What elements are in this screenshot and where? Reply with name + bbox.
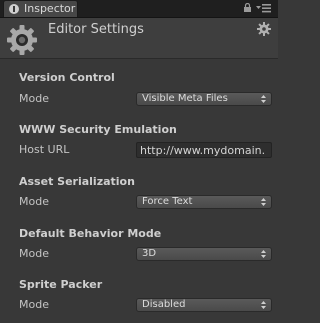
host-url-label: Host URL bbox=[19, 143, 70, 156]
dropdown-value: Disabled bbox=[142, 299, 186, 310]
dropdown-arrows-icon bbox=[261, 198, 266, 206]
dropdown-arrows-icon bbox=[261, 301, 266, 309]
section-title-version-control: Version Control bbox=[19, 71, 115, 84]
settings-cog-icon[interactable] bbox=[257, 22, 271, 36]
section-title-www-security-emulation: WWW Security Emulation bbox=[19, 123, 177, 136]
header-divider bbox=[0, 58, 278, 59]
dropdown-value: Force Text bbox=[142, 196, 193, 207]
section-title-sprite-packer: Sprite Packer bbox=[19, 278, 103, 291]
dropdown-arrows-icon bbox=[261, 250, 266, 258]
inspector-header: Editor Settings bbox=[0, 18, 278, 58]
version-control-mode-dropdown[interactable]: Visible Meta Files bbox=[136, 92, 272, 106]
host-url-field[interactable]: http://www.mydomain. bbox=[136, 142, 272, 158]
asset-serialization-mode-label: Mode bbox=[19, 195, 49, 208]
context-menu-icon[interactable] bbox=[256, 3, 272, 13]
section-title-default-behavior-mode: Default Behavior Mode bbox=[19, 227, 162, 240]
version-control-mode-label: Mode bbox=[19, 92, 49, 105]
lock-icon[interactable] bbox=[243, 3, 252, 12]
host-url-value: http://www.mydomain. bbox=[140, 144, 266, 157]
tab-inspector[interactable]: Inspector bbox=[3, 0, 78, 17]
dropdown-arrows-icon bbox=[261, 95, 266, 103]
asset-serialization-mode-dropdown[interactable]: Force Text bbox=[136, 195, 272, 209]
gear-icon bbox=[7, 25, 37, 55]
tab-label: Inspector bbox=[24, 2, 76, 15]
dropdown-value: Visible Meta Files bbox=[142, 93, 228, 104]
sprite-packer-mode-dropdown[interactable]: Disabled bbox=[136, 298, 272, 312]
tab-bar: Inspector bbox=[0, 0, 278, 18]
section-title-asset-serialization: Asset Serialization bbox=[19, 175, 135, 188]
default-behavior-mode-label: Mode bbox=[19, 247, 49, 260]
page-title: Editor Settings bbox=[48, 22, 144, 37]
info-icon bbox=[9, 4, 19, 14]
dropdown-value: 3D bbox=[142, 248, 157, 259]
default-behavior-mode-dropdown[interactable]: 3D bbox=[136, 247, 272, 261]
sprite-packer-mode-label: Mode bbox=[19, 298, 49, 311]
